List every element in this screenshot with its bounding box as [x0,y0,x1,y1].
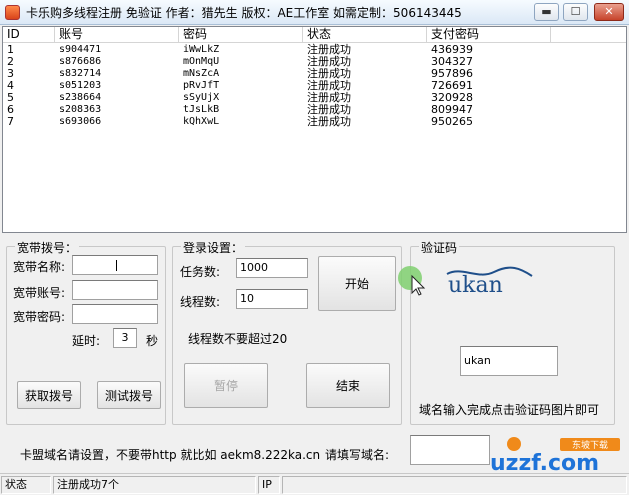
status-bar: 状态 注册成功7个 IP [0,473,629,495]
status-ip-value [282,476,627,494]
cell-account: s238664 [59,92,102,103]
close-button[interactable]: ✕ [594,3,624,21]
thread-hint: 线程数不要超过20 [188,332,288,346]
watermark-tag: 东坡下载 [572,439,608,451]
captcha-input[interactable]: ukan [460,346,558,376]
column-header-id[interactable]: ID [3,27,55,43]
threads-input[interactable]: 10 [236,289,308,309]
captcha-image-text: ukan [448,273,503,298]
status-message: 注册成功7个 [53,476,256,494]
watermark-logo: 东坡下载 uzzf.com [490,437,620,474]
cell-account: s208363 [59,104,102,115]
cell-account: s904471 [59,44,102,55]
tasks-label: 任务数: [180,265,221,279]
cell-status: 注册成功 [307,115,351,128]
result-list[interactable]: ID 账号 密码 状态 支付密码 1 s904471 iWwLkZ 注册成功 4… [2,26,627,233]
table-row[interactable]: 7 s693066 kQhXwL 注册成功 950265 [3,116,626,128]
title-bar: 卡乐购多线程注册 免验证 作者：猎先生 版权：AE工作室 如需定制：506143… [0,0,629,25]
delay-input[interactable]: 3 [113,328,137,348]
get-dial-button[interactable]: 获取拨号 [17,381,81,409]
window-title: 卡乐购多线程注册 免验证 作者：猎先生 版权：AE工作室 如需定制：506143… [26,6,462,20]
cell-password: pRvJfT [183,80,220,91]
cell-password: tJsLkB [183,104,220,115]
pause-button[interactable]: 暂停 [184,363,268,408]
cell-password: mOnMqU [183,56,220,67]
column-header-password[interactable]: 密码 [179,27,303,43]
dial-group-title: 宽带拨号： [15,239,80,256]
domain-help-text: 卡盟域名请设置，不要带http 就比如 aekm8.222ka.cn [20,448,321,462]
domain-prompt-label: 请填写域名: [325,448,390,462]
maximize-button[interactable]: ☐ [563,3,588,21]
domain-input[interactable] [410,435,490,465]
captcha-image[interactable]: ukan [444,262,534,298]
test-dial-button[interactable]: 测试拨号 [97,381,161,409]
dial-account-input[interactable] [72,280,158,300]
captcha-group-title: 验证码 [419,239,460,256]
start-button[interactable]: 开始 [318,256,396,311]
minimize-button[interactable]: ▬ [534,3,559,21]
end-button[interactable]: 结束 [306,363,390,408]
dial-password-input[interactable] [72,304,158,324]
mouse-cursor-icon [398,266,426,296]
list-header: ID 账号 密码 状态 支付密码 [3,27,626,43]
app-icon [5,5,20,20]
delay-unit-label: 秒 [146,334,159,348]
dial-name-input[interactable] [72,255,158,275]
tasks-input[interactable]: 1000 [236,258,308,278]
column-header-status[interactable]: 状态 [303,27,427,43]
cell-account: s876686 [59,56,102,67]
watermark-text: uzzf.com [490,451,599,474]
cell-id: 7 [7,115,14,128]
cell-password: sSyUjX [183,92,220,103]
dial-password-label: 宽带密码: [13,310,66,324]
status-ip-label: IP [258,476,280,494]
cell-account: s832714 [59,68,102,79]
login-settings-title: 登录设置： [181,239,246,256]
captcha-hint: 域名输入完成点击验证码图片即可 [419,403,600,417]
cell-account: s693066 [59,116,102,127]
threads-label: 线程数: [180,295,221,309]
status-label: 状态 [1,476,51,494]
cell-password: iWwLkZ [183,44,220,55]
column-header-pay-password[interactable]: 支付密码 [427,27,551,43]
cell-password: mNsZcA [183,68,220,79]
cell-password: kQhXwL [183,116,220,127]
column-header-account[interactable]: 账号 [55,27,179,43]
cell-pay-password: 950265 [431,115,473,128]
dial-account-label: 宽带账号: [13,286,66,300]
cell-account: s051203 [59,80,102,91]
dial-name-label: 宽带名称: [13,260,66,274]
delay-label: 延时: [72,334,101,348]
